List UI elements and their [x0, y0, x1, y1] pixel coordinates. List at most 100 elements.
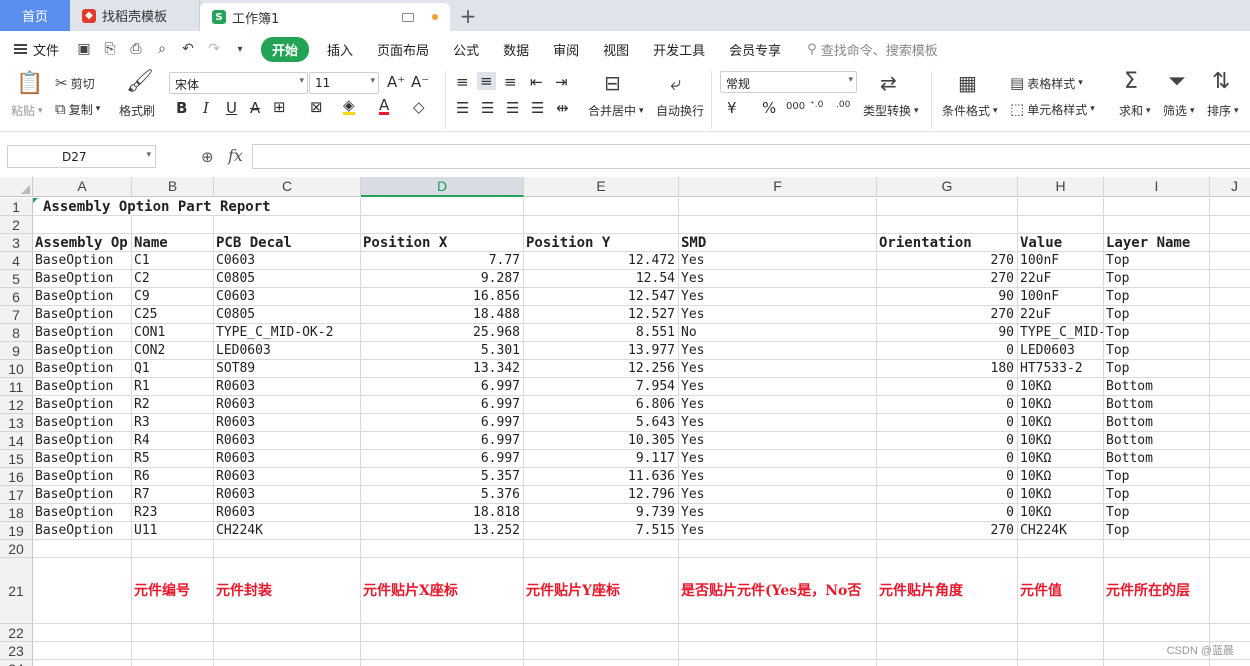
- sum-icon[interactable]: Σ: [1124, 69, 1138, 94]
- cell-i5[interactable]: Top: [1104, 270, 1210, 288]
- row-header-4[interactable]: 4: [0, 252, 33, 270]
- name-box[interactable]: D27: [7, 145, 156, 168]
- row-header-12[interactable]: 12: [0, 396, 33, 414]
- save-icon[interactable]: ▣: [76, 41, 92, 57]
- monitor-icon[interactable]: [402, 12, 414, 22]
- cell-b17[interactable]: R7: [132, 486, 214, 504]
- format-painter-icon[interactable]: 🖌: [126, 69, 154, 94]
- cell-b5[interactable]: C2: [132, 270, 214, 288]
- cell-c2[interactable]: [214, 216, 361, 234]
- column-header-h[interactable]: H: [1018, 177, 1104, 197]
- cell-e20[interactable]: [524, 540, 679, 558]
- cell-c17[interactable]: R0603: [214, 486, 361, 504]
- cell-f7[interactable]: Yes: [679, 306, 877, 324]
- cell-e4[interactable]: 12.472: [524, 252, 679, 270]
- row-header-21[interactable]: 21: [0, 558, 33, 624]
- outdent-icon[interactable]: ⇤: [530, 73, 543, 91]
- cell-h5[interactable]: 22uF: [1018, 270, 1104, 288]
- cell-j11[interactable]: [1210, 378, 1250, 396]
- cell-i20[interactable]: [1104, 540, 1210, 558]
- wrap-text-button[interactable]: 自动换行: [656, 102, 704, 119]
- cell-g6[interactable]: 90: [877, 288, 1018, 306]
- select-all-corner[interactable]: [0, 177, 33, 197]
- cell-b21[interactable]: 元件编号: [132, 558, 214, 624]
- cell-h11[interactable]: 10KΩ: [1018, 378, 1104, 396]
- cell-i21[interactable]: 元件所在的层: [1104, 558, 1210, 624]
- cell-i24[interactable]: [1104, 660, 1210, 666]
- fx-icon[interactable]: fx: [228, 146, 243, 165]
- cell-a12[interactable]: BaseOption: [33, 396, 132, 414]
- cell-j4[interactable]: [1210, 252, 1250, 270]
- cut-button[interactable]: ✂ 剪切: [55, 74, 95, 92]
- cell-d22[interactable]: [361, 624, 524, 642]
- cell-e6[interactable]: 12.547: [524, 288, 679, 306]
- cell-h6[interactable]: 100nF: [1018, 288, 1104, 306]
- cell-j2[interactable]: [1210, 216, 1250, 234]
- cell-g9[interactable]: 0: [877, 342, 1018, 360]
- menu-page-layout[interactable]: 页面布局: [365, 40, 441, 59]
- cell-e5[interactable]: 12.54: [524, 270, 679, 288]
- cell-i22[interactable]: [1104, 624, 1210, 642]
- cell-b9[interactable]: CON2: [132, 342, 214, 360]
- cell-j18[interactable]: [1210, 504, 1250, 522]
- cell-g20[interactable]: [877, 540, 1018, 558]
- cell-f13[interactable]: Yes: [679, 414, 877, 432]
- cell-d4[interactable]: 7.77: [361, 252, 524, 270]
- cell-b8[interactable]: CON1: [132, 324, 214, 342]
- formula-input[interactable]: [252, 144, 1250, 169]
- cell-i16[interactable]: Top: [1104, 468, 1210, 486]
- cell-h7[interactable]: 22uF: [1018, 306, 1104, 324]
- cell-i1[interactable]: [1104, 198, 1210, 216]
- cell-g1[interactable]: [877, 198, 1018, 216]
- menu-member[interactable]: 会员专享: [717, 40, 793, 59]
- cell-f10[interactable]: Yes: [679, 360, 877, 378]
- print-preview-icon[interactable]: ⌕: [154, 41, 170, 57]
- cell-e19[interactable]: 7.515: [524, 522, 679, 540]
- cell-a19[interactable]: BaseOption: [33, 522, 132, 540]
- cell-f20[interactable]: [679, 540, 877, 558]
- cell-d24[interactable]: [361, 660, 524, 666]
- cell-g15[interactable]: 0: [877, 450, 1018, 468]
- cell-g5[interactable]: 270: [877, 270, 1018, 288]
- row-header-2[interactable]: 2: [0, 216, 33, 234]
- cell-j3[interactable]: [1210, 234, 1250, 252]
- undo-icon[interactable]: ↶: [180, 41, 196, 57]
- cell-a7[interactable]: BaseOption: [33, 306, 132, 324]
- cell-d18[interactable]: 18.818: [361, 504, 524, 522]
- cell-g8[interactable]: 90: [877, 324, 1018, 342]
- cell-c7[interactable]: C0805: [214, 306, 361, 324]
- cell-e12[interactable]: 6.806: [524, 396, 679, 414]
- align-bottom-icon[interactable]: ≡: [504, 73, 517, 91]
- sum-button[interactable]: 求和 ▾: [1119, 102, 1151, 119]
- cell-e3[interactable]: Position Y: [524, 234, 679, 252]
- cell-j20[interactable]: [1210, 540, 1250, 558]
- cell-d7[interactable]: 18.488: [361, 306, 524, 324]
- table-style-button[interactable]: ▤ 表格样式 ▾: [1010, 74, 1083, 92]
- cell-a10[interactable]: BaseOption: [33, 360, 132, 378]
- cell-h12[interactable]: 10KΩ: [1018, 396, 1104, 414]
- type-convert-button[interactable]: 类型转换 ▾: [863, 102, 919, 119]
- cell-a14[interactable]: BaseOption: [33, 432, 132, 450]
- cell-i10[interactable]: Top: [1104, 360, 1210, 378]
- cell-e11[interactable]: 7.954: [524, 378, 679, 396]
- align-center-icon[interactable]: ☰: [481, 99, 494, 117]
- cell-f9[interactable]: Yes: [679, 342, 877, 360]
- cell-e8[interactable]: 8.551: [524, 324, 679, 342]
- cell-i9[interactable]: Top: [1104, 342, 1210, 360]
- cell-c16[interactable]: R0603: [214, 468, 361, 486]
- cell-i12[interactable]: Bottom: [1104, 396, 1210, 414]
- cell-i14[interactable]: Bottom: [1104, 432, 1210, 450]
- cell-g23[interactable]: [877, 642, 1018, 660]
- cell-g2[interactable]: [877, 216, 1018, 234]
- row-header-8[interactable]: 8: [0, 324, 33, 342]
- cell-h24[interactable]: [1018, 660, 1104, 666]
- row-header-16[interactable]: 16: [0, 468, 33, 486]
- cell-a21[interactable]: [33, 558, 132, 624]
- decrease-font-icon[interactable]: A⁻: [411, 73, 429, 91]
- cell-c5[interactable]: C0805: [214, 270, 361, 288]
- cell-d16[interactable]: 5.357: [361, 468, 524, 486]
- cell-b19[interactable]: U11: [132, 522, 214, 540]
- row-header-22[interactable]: 22: [0, 624, 33, 642]
- sort-icon[interactable]: ⇅: [1212, 69, 1230, 94]
- cell-j16[interactable]: [1210, 468, 1250, 486]
